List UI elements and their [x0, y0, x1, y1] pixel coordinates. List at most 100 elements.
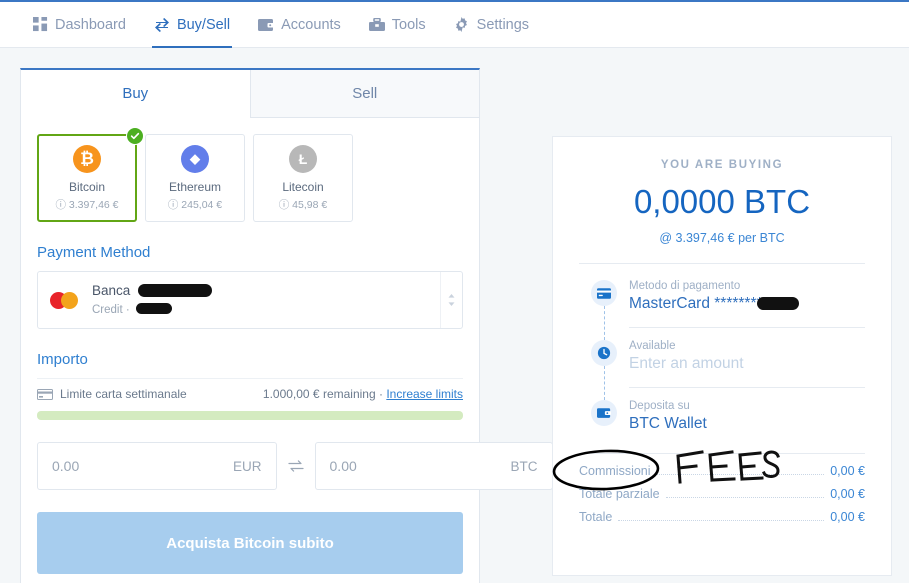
- payment-method-stepper[interactable]: [440, 272, 462, 328]
- clock-icon: [591, 340, 617, 366]
- timeline-step-content: Deposita su BTC Wallet: [629, 400, 865, 447]
- summary-divider: [579, 263, 865, 264]
- timeline-step-deposit: Deposita su BTC Wallet: [579, 400, 865, 447]
- coin-option-litecoin[interactable]: Ł Litecoin ⓘ 45,98 €: [253, 134, 353, 222]
- fee-value: 0,00 €: [830, 464, 865, 478]
- crypto-currency-label: BTC: [510, 458, 538, 474]
- nav-item-dashboard[interactable]: Dashboard: [18, 2, 140, 48]
- page-body: Buy Sell ₿ Bitcoin ⓘ 3.397,46 € ◆ Ethere…: [0, 48, 909, 583]
- timeline-connector: [603, 306, 605, 340]
- nav-item-settings[interactable]: Settings: [440, 2, 543, 48]
- coin-symbol: ₿: [80, 148, 94, 168]
- mastercard-logo: [50, 291, 92, 309]
- nav-item-label: Tools: [391, 16, 426, 33]
- fiat-currency-label: EUR: [233, 458, 262, 474]
- fee-row-commissioni: Commissioni 0,00 €: [579, 464, 865, 478]
- payment-method-selector[interactable]: Banca Credit ·: [37, 271, 463, 329]
- amount-inputs: EUR BTC: [37, 442, 553, 490]
- timeline-step-value: BTC Wallet: [629, 415, 707, 432]
- buy-form: ₿ Bitcoin ⓘ 3.397,46 € ◆ Ethereum ⓘ 245,…: [21, 118, 553, 574]
- fee-label: Totale: [579, 510, 613, 524]
- timeline-step-label: Deposita su: [629, 400, 690, 412]
- redaction-mark: [756, 297, 799, 311]
- coin-price: ⓘ 245,04 €: [167, 198, 223, 211]
- fee-value: 0,00 €: [830, 487, 865, 501]
- card-icon: [37, 388, 53, 400]
- amount-title: Importo: [37, 351, 88, 368]
- fees-breakdown: Commissioni 0,00 € Totale parziale 0,00 …: [579, 453, 865, 524]
- payment-method-title: Payment Method: [37, 244, 151, 261]
- exchange-icon: [154, 17, 170, 33]
- nav-item-label: Settings: [476, 16, 530, 33]
- payment-method-type: Credit ·: [92, 304, 130, 316]
- timeline-step-content: Metodo di pagamento MasterCard ********: [629, 280, 865, 328]
- timeline-step-label: Available: [629, 340, 676, 352]
- timeline-step-available: Available Enter an amount: [579, 340, 865, 400]
- swap-currency-icon[interactable]: [287, 458, 305, 474]
- timeline-step-label: Metodo di pagamento: [629, 280, 741, 292]
- litecoin-icon: Ł: [289, 144, 317, 173]
- top-navigation-bar: Dashboard Buy/Sell Accounts Tools Settin…: [0, 0, 909, 48]
- redaction-mark: [137, 284, 212, 298]
- nav-item-accounts[interactable]: Accounts: [244, 2, 355, 48]
- timeline-rail: [579, 340, 629, 400]
- crypto-amount-field[interactable]: BTC: [314, 442, 553, 490]
- buy-bitcoin-button[interactable]: Acquista Bitcoin subito: [37, 512, 463, 574]
- fiat-amount-input[interactable]: [52, 458, 233, 474]
- gear-icon: [454, 17, 470, 33]
- increase-limits-link[interactable]: Increase limits: [386, 387, 463, 401]
- fiat-amount-field[interactable]: EUR: [37, 442, 277, 490]
- coin-symbol: Ł: [298, 150, 308, 167]
- weekly-limit-row: Limite carta settimanale 1.000,00 € rema…: [37, 379, 463, 409]
- timeline-step-text: MasterCard ********: [629, 295, 763, 312]
- tab-label: Sell: [352, 85, 378, 102]
- nav-item-label: Accounts: [281, 16, 341, 33]
- nav-item-label: Buy/Sell: [176, 16, 231, 33]
- tab-buy[interactable]: Buy: [21, 70, 250, 118]
- coin-price: ⓘ 45,98 €: [278, 198, 328, 211]
- tab-label: Buy: [122, 85, 149, 102]
- fee-leader-dots: [665, 497, 825, 498]
- timeline-step-value: MasterCard ********: [629, 295, 865, 313]
- buy-sell-tabs: Buy Sell: [21, 70, 479, 118]
- nav-item-label: Dashboard: [55, 16, 126, 33]
- redaction-mark: [136, 303, 173, 315]
- order-summary-panel: YOU ARE BUYING 0,0000 BTC @ 3.397,46 € p…: [552, 136, 892, 576]
- summary-amount: 0,0000 BTC: [633, 183, 811, 220]
- coin-symbol: ◆: [190, 150, 200, 166]
- payment-method-bank: Banca: [92, 283, 131, 298]
- payment-method-details: Banca Credit ·: [92, 282, 440, 318]
- coin-name: Bitcoin: [68, 179, 106, 194]
- crypto-amount-input[interactable]: [329, 458, 511, 474]
- fee-value: 0,00 €: [830, 510, 865, 524]
- check-icon: [126, 127, 144, 145]
- tab-sell[interactable]: Sell: [249, 70, 479, 118]
- coin-option-ethereum[interactable]: ◆ Ethereum ⓘ 245,04 €: [145, 134, 245, 222]
- timeline-step-value: Enter an amount: [629, 355, 744, 372]
- coin-price: ⓘ 3.397,46 €: [55, 198, 119, 211]
- limit-progress-bar: [37, 411, 463, 420]
- timeline-rail: [579, 280, 629, 340]
- payment-method-type-row: Credit ·: [92, 300, 440, 318]
- nav-item-buy-sell[interactable]: Buy/Sell: [140, 2, 244, 48]
- fee-row-totale-parziale: Totale parziale 0,00 €: [579, 487, 865, 501]
- payment-method-bank-row: Banca: [92, 282, 440, 300]
- fee-label: Commissioni: [579, 464, 651, 478]
- order-timeline: Metodo di pagamento MasterCard ******** …: [579, 280, 865, 447]
- coin-selector: ₿ Bitcoin ⓘ 3.397,46 € ◆ Ethereum ⓘ 245,…: [37, 127, 463, 222]
- nav-item-tools[interactable]: Tools: [355, 2, 440, 48]
- fee-label: Totale parziale: [579, 487, 660, 501]
- fee-row-totale: Totale 0,00 €: [579, 510, 865, 524]
- ethereum-icon: ◆: [181, 144, 209, 173]
- wallet-icon: [258, 17, 275, 33]
- coin-name: Ethereum: [168, 179, 222, 194]
- grid-icon: [32, 17, 48, 33]
- summary-rate: @ 3.397,46 € per BTC: [659, 231, 785, 245]
- toolbox-icon: [368, 17, 385, 33]
- summary-heading: YOU ARE BUYING: [660, 159, 784, 171]
- limit-remaining: 1.000,00 € remaining ·: [262, 387, 383, 401]
- wallet-icon: [591, 400, 617, 426]
- limit-remaining-group: 1.000,00 € remaining · Increase limits: [263, 387, 463, 401]
- coin-option-bitcoin[interactable]: ₿ Bitcoin ⓘ 3.397,46 €: [37, 127, 144, 222]
- timeline-connector: [603, 366, 605, 400]
